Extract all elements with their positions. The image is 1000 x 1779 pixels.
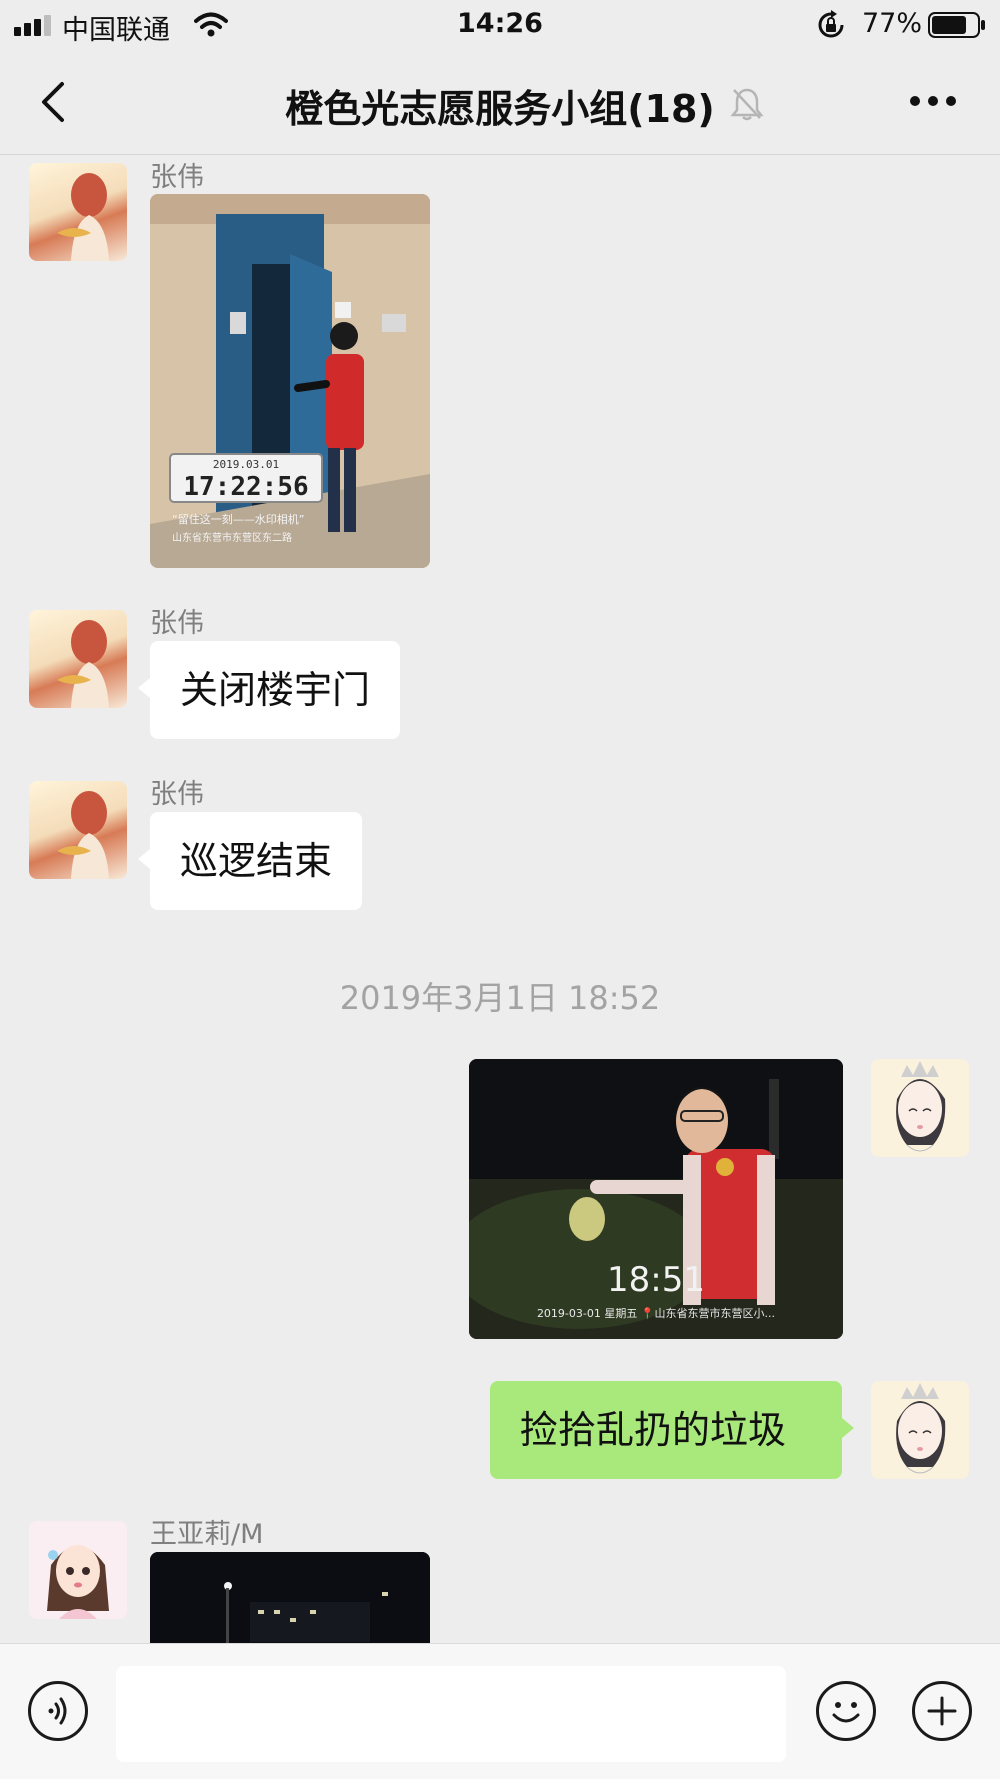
more-dots-icon[interactable]	[908, 94, 958, 108]
chat-header: 橙色光志愿服务小组(18)	[0, 50, 1000, 155]
avatar-figure	[896, 1383, 946, 1474]
plus-icon[interactable]	[912, 1681, 972, 1741]
voice-icon[interactable]	[28, 1681, 88, 1741]
image-message-night-cleanup[interactable]: 18:51 2019-03-01 星期五 📍山东省东营市东营区小...	[469, 1059, 843, 1339]
image-message-night[interactable]	[150, 1552, 430, 1643]
bubble-tail	[138, 678, 150, 698]
avatar-figure	[57, 173, 109, 261]
photo-night-street	[150, 1552, 430, 1643]
voice-waves	[48, 1697, 67, 1725]
battery-percent: 77%	[861, 8, 922, 39]
sender-name: 张伟	[150, 608, 204, 639]
battery-icon	[928, 12, 985, 38]
avatar-me[interactable]	[871, 1381, 969, 1479]
photo-volunteer-closing-door: 2019.03.01 17:22:56 “留住这一刻——水印相机” 山东省东营市…	[150, 194, 430, 568]
sender-name: 王亚莉/M	[150, 1519, 264, 1550]
message-input[interactable]	[116, 1666, 786, 1762]
avatar-wang-yali[interactable]	[29, 1521, 127, 1619]
avatar-zhang-wei[interactable]	[29, 163, 127, 261]
text-message-bubble[interactable]: 巡逻结束	[150, 812, 363, 910]
watermark-time: 18:51	[607, 1260, 705, 1300]
avatar-figure	[57, 620, 109, 708]
watermark-location: 山东省东营市东营区东二路	[172, 531, 292, 544]
text-message-bubble[interactable]: 捡拾乱扔的垃圾	[490, 1381, 842, 1479]
watermark-info: 2019-03-01 星期五 📍山东省东营市东营区小...	[537, 1306, 775, 1320]
watermark-time: 17:22:56	[183, 472, 308, 502]
avatar-figure	[47, 1545, 109, 1619]
rotation-lock-icon	[818, 10, 844, 38]
photo-volunteer-picking-trash: 18:51 2019-03-01 星期五 📍山东省东营市东营区小...	[469, 1059, 843, 1339]
bubble-tail	[138, 849, 150, 869]
plus-sign	[927, 1696, 957, 1726]
avatar-figure	[896, 1061, 946, 1152]
timestamp-divider: 2019年3月1日 18:52	[339, 979, 661, 1017]
avatar-zhang-wei[interactable]	[29, 610, 127, 708]
sender-name: 张伟	[150, 162, 204, 193]
avatar-zhang-wei[interactable]	[29, 781, 127, 879]
input-bar	[0, 1643, 1000, 1779]
clock: 14:26	[457, 8, 543, 39]
emoji-icon[interactable]	[816, 1681, 876, 1741]
group-title: 橙色光志愿服务小组(18)	[285, 87, 715, 131]
image-message-door[interactable]: 2019.03.01 17:22:56 “留住这一刻——水印相机” 山东省东营市…	[150, 194, 430, 568]
text-message-bubble[interactable]: 关闭楼宇门	[150, 641, 401, 739]
bubble-tail	[842, 1418, 854, 1438]
watermark-date: 2019.03.01	[213, 458, 279, 471]
avatar-figure	[57, 791, 109, 879]
avatar-me[interactable]	[871, 1059, 969, 1157]
chat-message-list[interactable]: 张伟 2019.03.01 17:22:56 “留住这一刻——水印相机” 山东省…	[0, 155, 1000, 1643]
sender-name: 张伟	[150, 779, 204, 810]
watermark-caption: “留住这一刻——水印相机”	[172, 512, 304, 526]
bell-off-icon	[730, 88, 764, 121]
smiley-face	[832, 1702, 860, 1723]
status-bar: 中国联通 14:26 77%	[0, 0, 1000, 50]
